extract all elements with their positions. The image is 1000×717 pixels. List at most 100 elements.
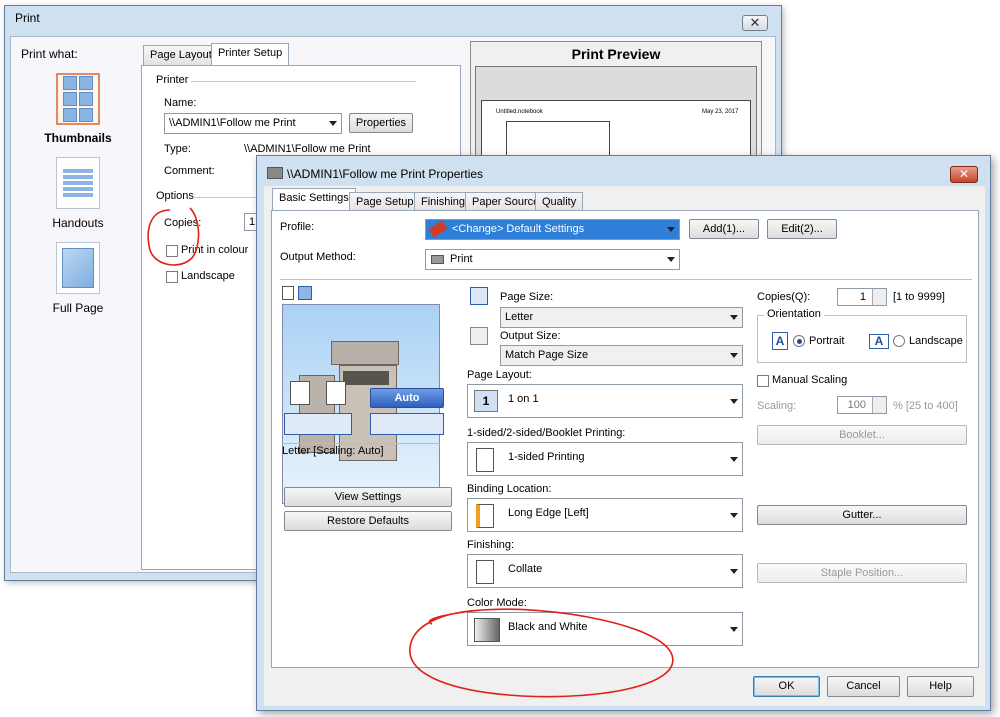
thumbnails-icon-cell — [63, 92, 77, 106]
help-button[interactable]: Help — [907, 676, 974, 697]
printer-name-value: \\ADMIN1\Follow me Print — [169, 117, 296, 129]
preview-date: May 23, 2017 — [702, 109, 739, 115]
type-value: \\ADMIN1\Follow me Print — [244, 143, 371, 155]
finishing-preview-icons[interactable] — [284, 413, 352, 435]
thumbnails-icon-cell — [79, 92, 93, 106]
type-label: Type: — [164, 143, 191, 155]
profile-value: <Change> Default Settings — [452, 223, 585, 235]
output-method-label: Output Method: — [280, 251, 356, 263]
output-size-value: Match Page Size — [505, 349, 589, 361]
thumbnails-icon-cell — [79, 108, 93, 122]
edit-profile-button[interactable]: Edit(2)... — [767, 219, 837, 239]
sided-value: 1-sided Printing — [508, 451, 585, 463]
staple-position-button[interactable]: Staple Position... — [757, 563, 967, 583]
handouts-icon — [63, 169, 93, 173]
spin-up-icon[interactable] — [872, 397, 886, 405]
output-method-value: Print — [450, 253, 473, 265]
page-size-select[interactable]: Letter — [500, 307, 743, 328]
page-size-label: Page Size: — [500, 291, 554, 303]
handouts-option[interactable] — [56, 157, 100, 209]
tab-quality[interactable]: Quality — [535, 192, 584, 212]
profile-label: Profile: — [280, 221, 315, 233]
thumbnails-icon — [63, 76, 77, 90]
spin-up-icon[interactable] — [872, 289, 886, 297]
scaling-range: % [25 to 400] — [893, 400, 958, 412]
finishing-select[interactable]: Collate — [467, 554, 743, 588]
scaling-stepper[interactable]: 100 — [837, 396, 887, 414]
view-settings-button[interactable]: View Settings — [284, 487, 452, 507]
output-size-select[interactable]: Match Page Size — [500, 345, 743, 366]
manual-scaling-checkbox[interactable] — [757, 375, 769, 387]
handouts-icon-line — [63, 187, 93, 191]
restore-defaults-button[interactable]: Restore Defaults — [284, 511, 452, 531]
tab-page-setup[interactable]: Page Setup — [349, 192, 421, 212]
sided-select[interactable]: 1-sided Printing — [467, 442, 743, 476]
profile-select[interactable]: <Change> Default Settings — [425, 219, 680, 240]
output-size-label: Output Size: — [500, 330, 561, 342]
chevron-down-icon — [730, 627, 738, 632]
page-layout-label: Page Layout: — [467, 369, 532, 381]
annotation-circle-color-mode — [409, 608, 674, 698]
printer-name-select[interactable]: \\ADMIN1\Follow me Print — [164, 113, 342, 134]
chevron-down-icon — [730, 513, 738, 518]
auto-button[interactable]: Auto — [370, 388, 444, 408]
binding-value: Long Edge [Left] — [508, 507, 589, 519]
binding-left-icon — [476, 504, 494, 528]
gutter-button[interactable]: Gutter... — [757, 505, 967, 525]
binding-select[interactable]: Long Edge [Left] — [467, 498, 743, 532]
chevron-down-icon — [730, 315, 738, 320]
handouts-icon-line — [63, 181, 93, 185]
tab-basic-settings[interactable]: Basic Settings — [272, 188, 356, 210]
printer-group-label: Printer — [156, 74, 189, 86]
print-preview-title: Print Preview — [571, 46, 661, 62]
portrait-radio[interactable] — [793, 335, 805, 347]
thumbnails-option[interactable] — [56, 73, 100, 125]
tab-printer-setup[interactable]: Printer Setup — [211, 43, 290, 65]
copies-range: [1 to 9999] — [893, 291, 945, 303]
copies-label: Copies(Q): — [757, 291, 811, 303]
handouts-icon-line — [63, 193, 93, 197]
cancel-button[interactable]: Cancel — [827, 676, 900, 697]
printer-view-icon[interactable] — [298, 286, 312, 300]
spin-down-icon[interactable] — [872, 297, 886, 305]
output-size-icon — [470, 327, 488, 345]
page-layout-select[interactable]: 1 1 on 1 — [467, 384, 743, 418]
binding-label: Binding Location: — [467, 483, 552, 495]
print-what-label: Print what: — [21, 47, 78, 61]
stack-icon — [290, 381, 310, 405]
properties-button[interactable]: Properties — [349, 113, 413, 133]
printer-icon — [267, 167, 283, 179]
sided-label: 1-sided/2-sided/Booklet Printing: — [467, 427, 626, 439]
copies-stepper[interactable]: 1 — [837, 288, 887, 306]
tab-finishing[interactable]: Finishing — [414, 192, 473, 212]
close-button[interactable]: ✕ — [742, 15, 768, 31]
printer-panel — [343, 371, 389, 385]
annotation-circle-colour — [147, 207, 200, 266]
handouts-label: Handouts — [52, 216, 104, 230]
print-preview-pane: Print Preview Untitled.notebook May 23, … — [470, 41, 762, 165]
tab-page-layout[interactable]: Page Layout — [143, 45, 219, 65]
output-method-select[interactable]: Print — [425, 249, 680, 270]
page-view-icon[interactable] — [282, 286, 294, 300]
landscape-radio[interactable] — [893, 335, 905, 347]
collate-icon — [476, 560, 494, 584]
full-page-icon — [62, 248, 94, 288]
copies-value: 1 — [249, 216, 256, 228]
spin-down-icon[interactable] — [872, 405, 886, 413]
chevron-down-icon — [730, 399, 738, 404]
booklet-button[interactable]: Booklet... — [757, 425, 967, 445]
portrait-label: Portrait — [809, 335, 845, 347]
landscape-label: Landscape — [909, 335, 963, 347]
group-divider — [193, 197, 263, 198]
copies-value: 1 — [859, 291, 866, 303]
name-label: Name: — [164, 97, 197, 109]
chevron-down-icon — [730, 457, 738, 462]
color-preview-icons[interactable] — [370, 413, 444, 435]
full-page-option[interactable] — [56, 242, 100, 294]
printer-icon — [431, 255, 444, 264]
scaling-value: 100 — [847, 399, 866, 411]
add-profile-button[interactable]: Add(1)... — [689, 219, 759, 239]
ok-button[interactable]: OK — [753, 676, 820, 697]
close-button[interactable]: ✕ — [950, 166, 978, 183]
manual-scaling-label: Manual Scaling — [772, 374, 848, 386]
